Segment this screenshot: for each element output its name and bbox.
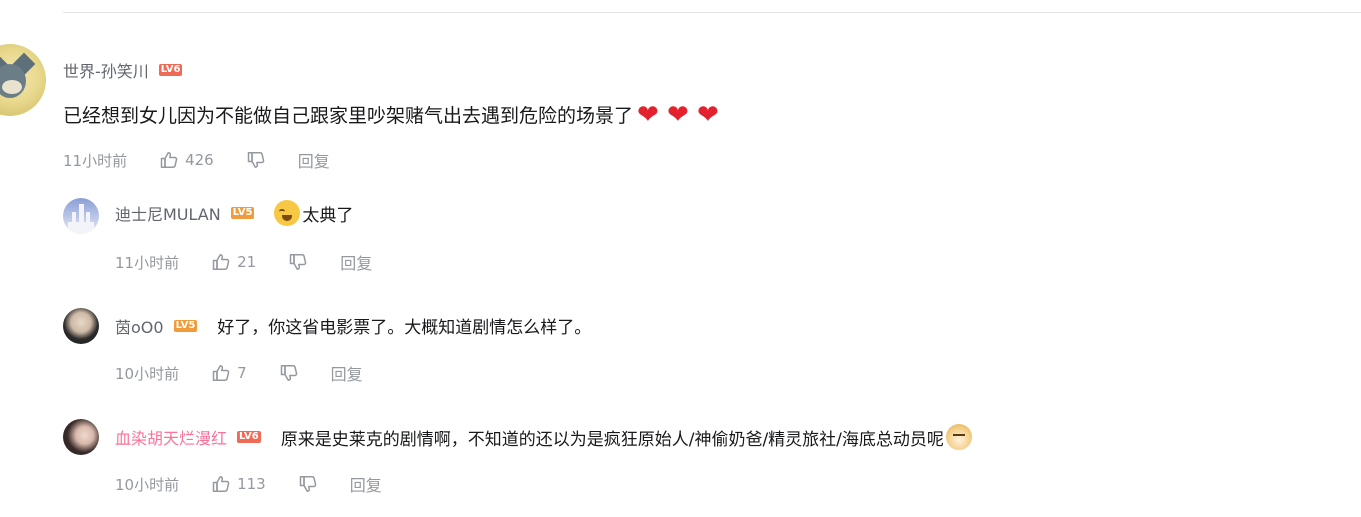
reply-button[interactable]: 回复: [298, 148, 330, 172]
dislike-button[interactable]: [246, 150, 266, 170]
like-count: 7: [237, 364, 247, 382]
reply-button[interactable]: 回复: [350, 472, 382, 496]
comment-content: 已经想到女儿因为不能做自己跟家里吵架赌气出去遇到危险的场景了 ❤ ❤ ❤: [63, 101, 723, 128]
avatar[interactable]: [63, 419, 99, 455]
timestamp: 10小时前: [115, 475, 180, 494]
reply-meta: 10小时前 7 回复: [115, 361, 363, 385]
timestamp: 10小时前: [115, 364, 180, 383]
laughing-crying-emoji-icon: [274, 200, 301, 226]
thumbs-down-icon: [247, 152, 265, 168]
thumbs-up-icon: [212, 254, 230, 270]
thumbs-down-icon: [299, 476, 317, 492]
thumbs-up-icon: [212, 476, 230, 492]
like-count: 21: [237, 253, 257, 271]
reply-row: 迪士尼MULAN LV5 太典了: [115, 200, 353, 226]
username[interactable]: 迪士尼MULAN: [115, 201, 221, 225]
reply-meta: 11小时前 21 回复: [115, 250, 372, 274]
thumbs-up-icon: [160, 152, 178, 168]
level-badge: LV5: [230, 207, 255, 219]
heart-icon: ❤: [637, 99, 659, 130]
level-badge: LV6: [158, 64, 183, 76]
dislike-button[interactable]: [279, 363, 299, 383]
username[interactable]: 世界-孙笑川: [63, 58, 149, 82]
reply-button[interactable]: 回复: [340, 250, 372, 274]
like-button[interactable]: 113: [211, 474, 266, 494]
top-divider: [63, 12, 1361, 13]
reply-content: 原来是史莱克的剧情啊，不知道的还以为是疯狂原始人/神偷奶爸/精灵旅社/海底总动员…: [281, 424, 972, 450]
reply-row: 茵oO0 LV5 好了，你这省电影票了。大概知道剧情怎么样了。: [115, 313, 591, 339]
heart-icon: ❤: [697, 99, 719, 130]
avatar[interactable]: [63, 198, 99, 234]
thumbs-down-icon: [280, 365, 297, 381]
reply-button[interactable]: 回复: [331, 361, 363, 385]
avatar[interactable]: [63, 308, 99, 344]
like-button[interactable]: 7: [211, 363, 247, 383]
level-badge: LV6: [237, 431, 261, 443]
main-comment-header: 世界-孙笑川 LV6: [63, 58, 183, 82]
reply-meta: 10小时前 113 回复: [115, 472, 382, 496]
reply-text: 原来是史莱克的剧情啊，不知道的还以为是疯狂原始人/神偷奶爸/精灵旅社/海底总动员…: [280, 429, 944, 450]
dislike-button[interactable]: [288, 252, 308, 272]
thumbs-down-icon: [289, 254, 307, 270]
reply-row: 血染胡天烂漫红 LV6 原来是史莱克的剧情啊，不知道的还以为是疯狂原始人/神偷奶…: [115, 424, 972, 450]
reply-text: 太典了: [302, 205, 354, 226]
dislike-button[interactable]: [298, 474, 318, 494]
like-count: 426: [185, 151, 214, 169]
heart-icon: ❤: [667, 99, 689, 130]
thumbs-up-icon: [212, 365, 230, 381]
reply-content: 太典了: [274, 200, 353, 226]
avatar[interactable]: [0, 44, 46, 116]
like-button[interactable]: 21: [211, 252, 256, 272]
reply-text: 好了，你这省电影票了。大概知道剧情怎么样了。: [217, 318, 592, 338]
username[interactable]: 血染胡天烂漫红: [115, 425, 227, 449]
level-badge: LV5: [173, 319, 198, 332]
comment-meta: 11小时前 426 回复: [63, 148, 330, 172]
comment-text: 已经想到女儿因为不能做自己跟家里吵架赌气出去遇到危险的场景了: [63, 105, 634, 127]
reply-content: 好了，你这省电影票了。大概知道剧情怎么样了。: [217, 313, 591, 338]
like-button[interactable]: 426: [159, 150, 214, 170]
username[interactable]: 茵oO0: [115, 314, 164, 338]
timestamp: 11小时前: [63, 151, 128, 170]
doge-emoji-icon: [945, 424, 972, 450]
timestamp: 11小时前: [115, 253, 180, 272]
like-count: 113: [237, 475, 266, 493]
